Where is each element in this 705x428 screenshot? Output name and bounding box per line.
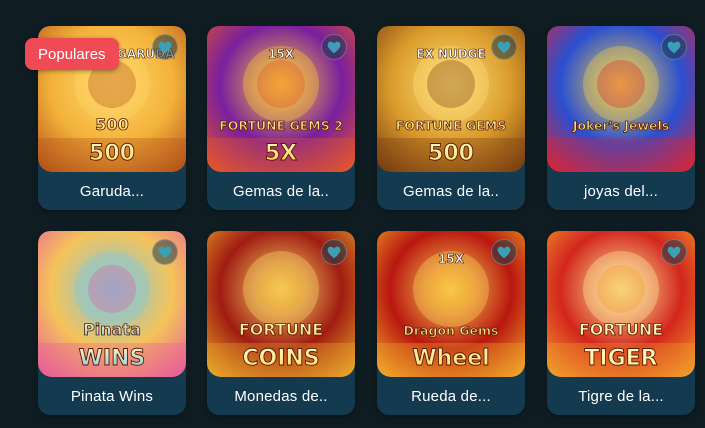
art-sub-text: WINS bbox=[79, 346, 146, 371]
art-sub-text: 500 bbox=[89, 141, 135, 166]
game-title: Gemas de la.. bbox=[403, 182, 499, 200]
art-title-text: Dragon Gems bbox=[404, 323, 499, 338]
populares-badge: Populares bbox=[25, 38, 119, 70]
favorite-heart-icon[interactable] bbox=[661, 239, 687, 265]
game-title: Monedas de.. bbox=[234, 387, 328, 405]
game-card[interactable]: 15X FORTUNE GEMS 2 5X Gemas de la.. bbox=[207, 26, 355, 210]
art-title-text: FORTUNE bbox=[579, 320, 663, 339]
game-title: Garuda... bbox=[79, 182, 145, 200]
art-sub-text: Wheel bbox=[412, 346, 489, 371]
art-top-text: 15X bbox=[438, 252, 465, 266]
game-card[interactable]: Pinata WINS Pinata Wins bbox=[38, 231, 186, 415]
game-card[interactable]: EX NUDGE FORTUNE GEMS 500 Gemas de la.. bbox=[377, 26, 525, 210]
game-card[interactable]: FORTUNE TIGER Tigre de la... bbox=[547, 231, 695, 415]
favorite-heart-icon[interactable] bbox=[152, 239, 178, 265]
art-title-text: FORTUNE bbox=[239, 320, 323, 339]
game-title: joyas del... bbox=[583, 182, 659, 200]
art-title-text: FORTUNE GEMS bbox=[396, 118, 507, 133]
favorite-heart-icon[interactable] bbox=[661, 34, 687, 60]
favorite-heart-icon[interactable] bbox=[491, 34, 517, 60]
game-title: Tigre de la... bbox=[578, 387, 664, 405]
art-sub-text: TIGER bbox=[584, 346, 657, 371]
art-top-text: EX NUDGE bbox=[416, 47, 485, 61]
art-title-text: Pinata bbox=[83, 320, 141, 339]
game-title: Gemas de la.. bbox=[233, 182, 329, 200]
game-card[interactable]: FORTUNE COINS Monedas de.. bbox=[207, 231, 355, 415]
game-card[interactable]: Joker's Jewels joyas del... bbox=[547, 26, 695, 210]
favorite-heart-icon[interactable] bbox=[491, 239, 517, 265]
game-title: Pinata Wins bbox=[70, 387, 154, 405]
art-title-text: FORTUNE GEMS 2 bbox=[219, 118, 343, 133]
game-card[interactable]: 15X Dragon Gems Wheel Rueda de... bbox=[377, 231, 525, 415]
favorite-heart-icon[interactable] bbox=[321, 34, 347, 60]
art-top-text: 15X bbox=[268, 47, 295, 61]
art-title-text: 500 bbox=[95, 115, 128, 134]
art-sub-text: 500 bbox=[428, 141, 474, 166]
art-title-text: Joker's Jewels bbox=[572, 118, 669, 133]
favorite-heart-icon[interactable] bbox=[321, 239, 347, 265]
art-sub-text: COINS bbox=[242, 346, 319, 371]
art-sub-text: 5X bbox=[265, 141, 297, 166]
favorite-heart-icon[interactable] bbox=[152, 34, 178, 60]
game-title: Rueda de... bbox=[411, 387, 491, 405]
